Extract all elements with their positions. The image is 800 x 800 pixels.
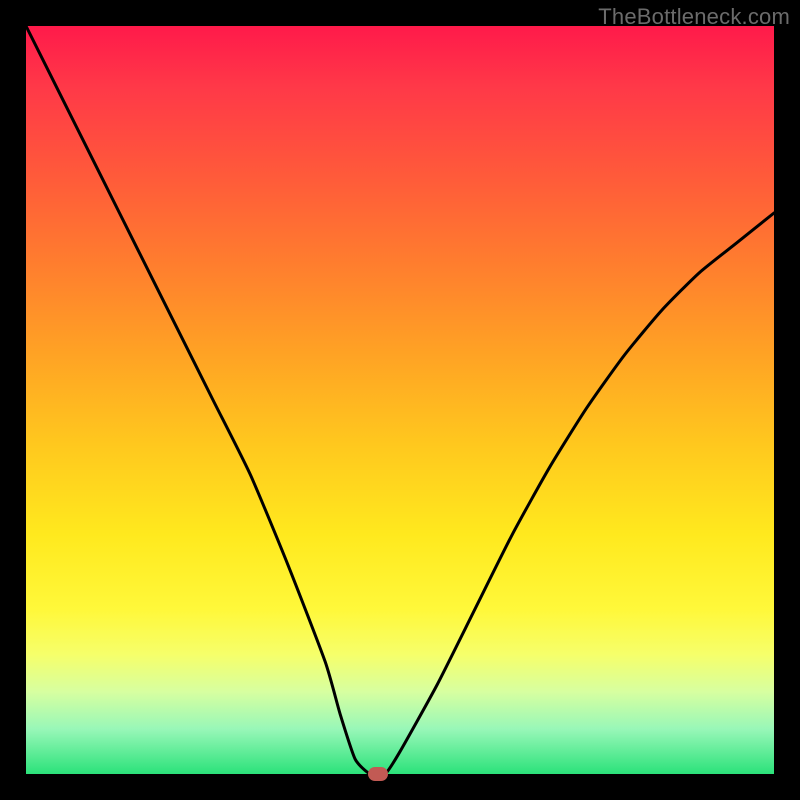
bottleneck-curve <box>26 26 774 774</box>
plot-area <box>26 26 774 774</box>
optimum-marker <box>368 767 388 781</box>
watermark-text: TheBottleneck.com <box>598 4 790 30</box>
